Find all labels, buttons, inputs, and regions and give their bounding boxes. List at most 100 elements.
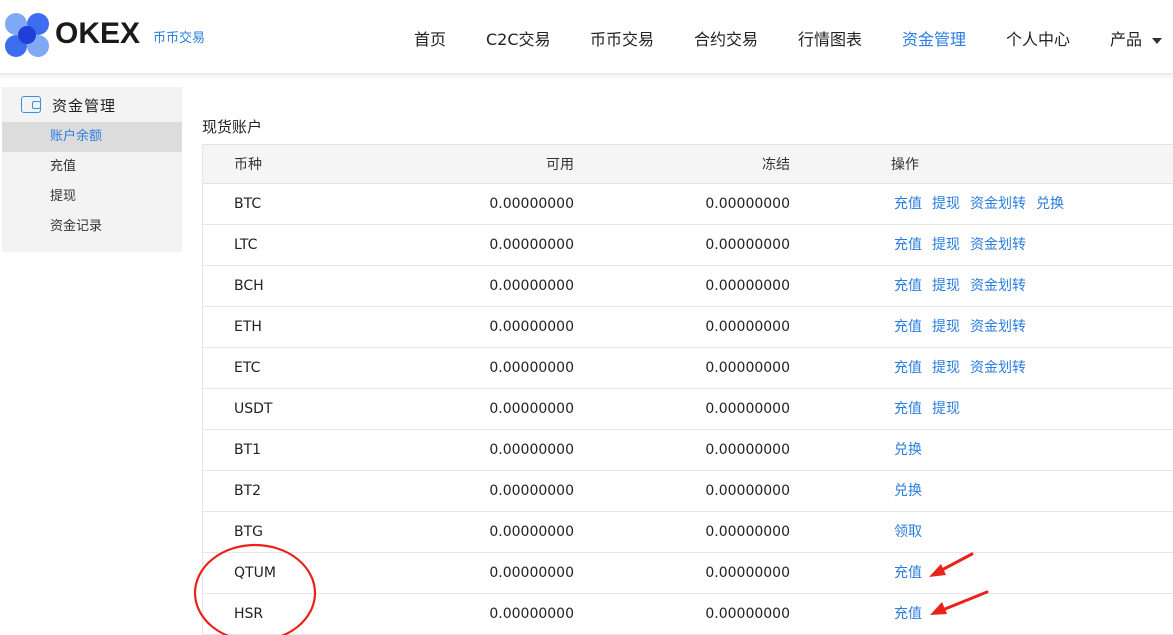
- action-link[interactable]: 资金划转: [970, 196, 1026, 212]
- row-actions: 领取: [891, 512, 932, 552]
- action-link[interactable]: 提现: [932, 360, 960, 376]
- sidebar-title: 资金管理: [52, 97, 117, 115]
- available-amount: 0.00000000: [489, 565, 574, 581]
- frozen-amount: 0.00000000: [705, 606, 790, 622]
- coin-name: BTG: [234, 524, 264, 540]
- available-amount: 0.00000000: [489, 278, 574, 294]
- table-row: ETH 0.00000000 0.00000000 充值 提现 资金划转: [203, 307, 1173, 348]
- action-link[interactable]: 资金划转: [970, 360, 1026, 376]
- action-link[interactable]: 充值: [894, 360, 922, 376]
- available-amount: 0.00000000: [489, 606, 574, 622]
- frozen-amount: 0.00000000: [705, 237, 790, 253]
- coin-name: ETH: [234, 319, 262, 335]
- table-row: USDT 0.00000000 0.00000000 充值 提现: [203, 389, 1173, 430]
- coin-name: QTUM: [234, 565, 276, 581]
- action-link[interactable]: 领取: [894, 524, 922, 540]
- nav-products-label: 产品: [1110, 30, 1143, 49]
- sidebar-item-balance[interactable]: 账户余额: [2, 122, 182, 152]
- row-actions: 兑换: [891, 471, 932, 511]
- frozen-amount: 0.00000000: [705, 319, 790, 335]
- table-header: 币种 可用 冻结 操作: [203, 144, 1173, 184]
- frozen-amount: 0.00000000: [705, 442, 790, 458]
- row-actions: 充值: [891, 594, 932, 634]
- frozen-amount: 0.00000000: [705, 196, 790, 212]
- action-link[interactable]: 充值: [894, 196, 922, 212]
- coin-name: LTC: [234, 237, 258, 253]
- table-row: QTUM 0.00000000 0.00000000 充值: [203, 553, 1173, 594]
- table-row: BTC 0.00000000 0.00000000 充值 提现 资金划转 兑换: [203, 184, 1173, 225]
- coin-name: BT1: [234, 442, 262, 458]
- top-header: OKEX 币币交易 首页 C2C交易 币币交易 合约交易 行情图表 资金管理 个…: [0, 0, 1173, 74]
- action-link[interactable]: 资金划转: [970, 237, 1026, 253]
- available-amount: 0.00000000: [489, 442, 574, 458]
- frozen-amount: 0.00000000: [705, 483, 790, 499]
- row-actions: 充值: [891, 553, 932, 593]
- coin-name: ETC: [234, 360, 261, 376]
- action-link[interactable]: 兑换: [894, 483, 922, 499]
- action-link[interactable]: 充值: [894, 565, 922, 581]
- main-nav: 首页 C2C交易 币币交易 合约交易 行情图表 资金管理 个人中心 产品: [0, 0, 1173, 74]
- action-link[interactable]: 提现: [932, 278, 960, 294]
- action-link[interactable]: 资金划转: [970, 319, 1026, 335]
- nav-account[interactable]: 个人中心: [1006, 26, 1070, 50]
- page-title: 现货账户: [202, 118, 263, 136]
- action-link[interactable]: 提现: [932, 401, 960, 417]
- action-link[interactable]: 提现: [932, 319, 960, 335]
- action-link[interactable]: 充值: [894, 237, 922, 253]
- action-link[interactable]: 兑换: [894, 442, 922, 458]
- action-link[interactable]: 充值: [894, 319, 922, 335]
- frozen-amount: 0.00000000: [705, 278, 790, 294]
- frozen-amount: 0.00000000: [705, 360, 790, 376]
- row-actions: 充值 提现: [891, 389, 970, 429]
- nav-funds[interactable]: 资金管理: [902, 26, 966, 50]
- coin-name: HSR: [234, 606, 264, 622]
- chevron-down-icon: [1152, 37, 1163, 44]
- sidebar: 资金管理 账户余额 充值 提现 资金记录: [2, 87, 182, 252]
- nav-futures[interactable]: 合约交易: [694, 26, 758, 50]
- nav-home[interactable]: 首页: [414, 26, 446, 50]
- nav-c2c[interactable]: C2C交易: [486, 26, 551, 50]
- available-amount: 0.00000000: [489, 524, 574, 540]
- frozen-amount: 0.00000000: [705, 401, 790, 417]
- table-row: BCH 0.00000000 0.00000000 充值 提现 资金划转: [203, 266, 1173, 307]
- row-actions: 充值 提现 资金划转: [891, 225, 1036, 265]
- table-body: BTC 0.00000000 0.00000000 充值 提现 资金划转 兑换 LTC 0.00…: [203, 184, 1173, 635]
- sidebar-item-deposit[interactable]: 充值: [2, 152, 182, 182]
- nav-products[interactable]: 产品: [1110, 26, 1163, 50]
- balance-table: 币种 可用 冻结 操作 BTC 0.00000000 0.00000000 充值 提现资…: [202, 144, 1173, 635]
- available-amount: 0.00000000: [489, 196, 574, 212]
- coin-name: BTC: [234, 196, 262, 212]
- action-link[interactable]: 充值: [894, 401, 922, 417]
- action-link[interactable]: 提现: [932, 237, 960, 253]
- table-row: LTC 0.00000000 0.00000000 充值 提现 资金划转: [203, 225, 1173, 266]
- col-frozen: 冻结: [762, 157, 790, 173]
- frozen-amount: 0.00000000: [705, 565, 790, 581]
- wallet-icon: [21, 96, 41, 113]
- row-actions: 充值 提现 资金划转: [891, 266, 1036, 306]
- frozen-amount: 0.00000000: [705, 524, 790, 540]
- row-actions: 充值 提现 资金划转 兑换: [891, 184, 1074, 224]
- sidebar-item-withdraw[interactable]: 提现: [2, 182, 182, 212]
- nav-spot-trading[interactable]: 币币交易: [590, 26, 654, 50]
- action-link[interactable]: 充值: [894, 278, 922, 294]
- action-link[interactable]: 兑换: [1036, 196, 1064, 212]
- col-available: 可用: [546, 157, 574, 173]
- nav-charts[interactable]: 行情图表: [798, 26, 862, 50]
- col-actions: 操作: [891, 157, 919, 173]
- available-amount: 0.00000000: [489, 237, 574, 253]
- coin-name: BCH: [234, 278, 264, 294]
- action-link[interactable]: 资金划转: [970, 278, 1026, 294]
- coin-name: BT2: [234, 483, 262, 499]
- table-row: BT1 0.00000000 0.00000000 兑换: [203, 430, 1173, 471]
- available-amount: 0.00000000: [489, 319, 574, 335]
- table-row: ETC 0.00000000 0.00000000 充值 提现 资金划转: [203, 348, 1173, 389]
- row-actions: 充值 提现 资金划转: [891, 348, 1036, 388]
- sidebar-item-records[interactable]: 资金记录: [2, 212, 182, 242]
- action-link[interactable]: 充值: [894, 606, 922, 622]
- available-amount: 0.00000000: [489, 483, 574, 499]
- table-row: BT2 0.00000000 0.00000000 兑换: [203, 471, 1173, 512]
- available-amount: 0.00000000: [489, 401, 574, 417]
- table-row: HSR 0.00000000 0.00000000 充值: [203, 594, 1173, 635]
- row-actions: 兑换: [891, 430, 932, 470]
- action-link[interactable]: 提现: [932, 196, 960, 212]
